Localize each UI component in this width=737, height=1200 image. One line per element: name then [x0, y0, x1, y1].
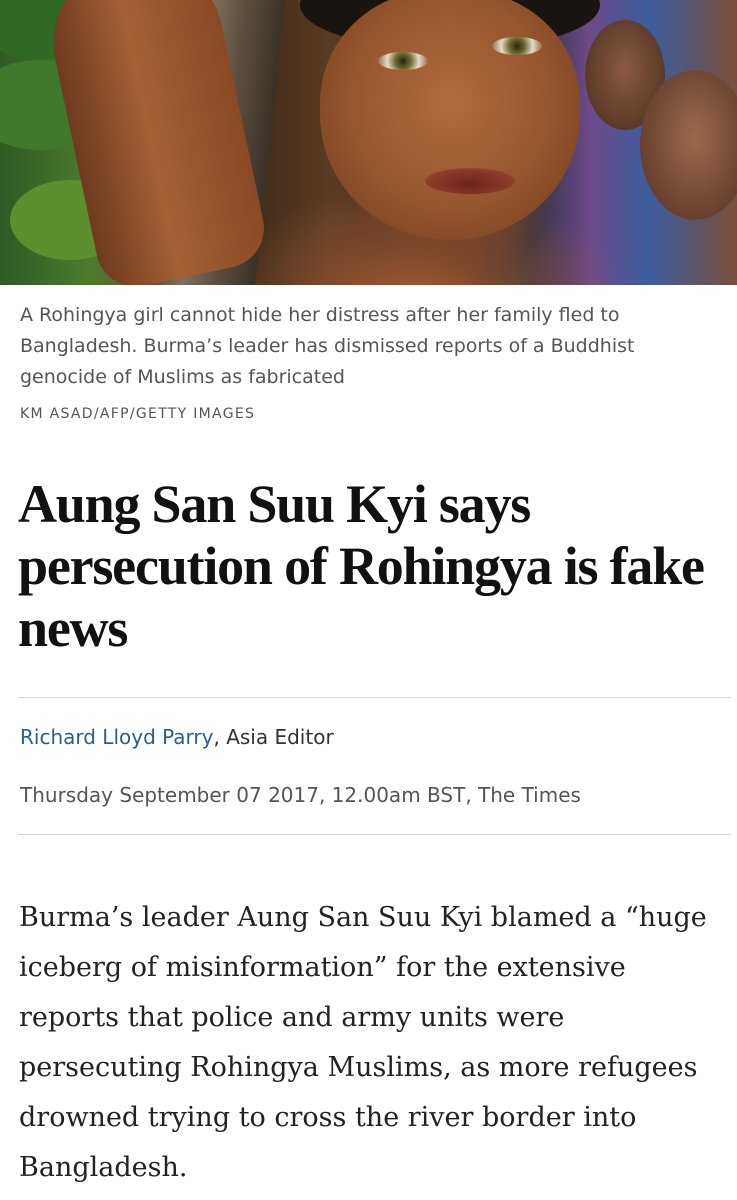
article-headline: Aung San Suu Kyi says persecution of Roh… — [18, 474, 705, 658]
article-dateline: Thursday September 07 2017, 12.00am BST,… — [20, 783, 581, 807]
photo-face — [320, 0, 580, 240]
author-link[interactable]: Richard Lloyd Parry — [20, 725, 213, 749]
author-role: , Asia Editor — [213, 725, 334, 749]
byline: Richard Lloyd Parry, Asia Editor — [20, 725, 334, 749]
photo-mouth — [425, 168, 515, 194]
divider — [18, 834, 731, 835]
hero-photo — [0, 0, 737, 285]
article-body-paragraph: Burma’s leader Aung San Suu Kyi blamed a… — [19, 902, 707, 1183]
photo-eye — [378, 52, 428, 70]
photo-eye — [492, 37, 542, 55]
divider — [18, 697, 731, 698]
photo-caption: A Rohingya girl cannot hide her distress… — [20, 304, 635, 388]
photo-background-child — [640, 70, 737, 220]
photo-credit: KM ASAD/AFP/GETTY IMAGES — [20, 406, 256, 422]
